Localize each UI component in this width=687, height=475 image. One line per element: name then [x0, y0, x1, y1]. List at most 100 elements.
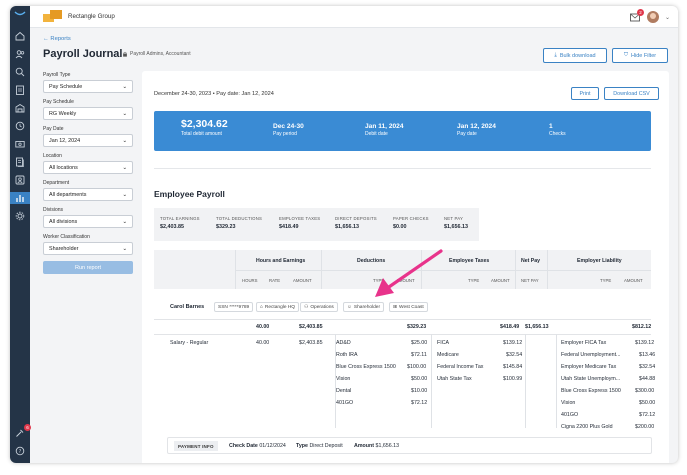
hide-filter-button[interactable]: ⛉ Hide Filter [612, 48, 668, 63]
tax-amount: $100.99 [503, 376, 523, 382]
total-value: $2,403.85 [160, 224, 184, 230]
deduction-amount: $100.00 [407, 364, 427, 370]
liability-type: Utah State Unemploym... [561, 376, 621, 382]
app-window: 6 ? Rectangle Group 2 ⌄ ← Reports Payrol… [10, 6, 678, 463]
print-button[interactable]: Print [571, 87, 599, 100]
money-icon[interactable] [14, 138, 26, 150]
classification-chip: ☺ Shareholder [343, 302, 385, 312]
home-icon[interactable] [14, 30, 26, 42]
filter-icon: ⛉ [623, 52, 629, 58]
org-name[interactable]: Rectangle Group [68, 13, 115, 20]
liability-amount: $13.46 [639, 352, 656, 358]
gear-icon[interactable] [14, 210, 26, 222]
pay-date-label: Pay date [457, 131, 477, 137]
org-logo [43, 10, 62, 22]
id-card-icon[interactable] [14, 174, 26, 186]
sitemap-icon: ⊞ [393, 304, 398, 310]
location-chip: ⌂ Rectangle HQ [256, 302, 300, 312]
filter-label: Location [43, 153, 62, 159]
employee-name[interactable]: Carol Barnes [170, 304, 204, 310]
documents-icon[interactable] [14, 156, 26, 168]
divider [154, 168, 651, 169]
col-type: TYPE [468, 278, 480, 283]
filter-label: Worker Classification [43, 234, 90, 240]
svg-text:?: ? [19, 449, 22, 455]
clock-icon[interactable] [14, 120, 26, 132]
chevron-down-icon: ⌄ [122, 137, 127, 144]
employee-row: Carol Barnes SSN *****9789 ⌂ Rectangle HQ… [154, 302, 651, 314]
pay-date-value: Jan 12, 2024 [457, 123, 496, 130]
deduction-amount: $50.00 [411, 376, 428, 382]
tools-badge: 6 [24, 424, 31, 431]
earning-amount: $2,403.85 [299, 340, 323, 346]
people-icon[interactable] [14, 48, 26, 60]
liability-amount: $32.54 [639, 364, 656, 370]
total-label: NET PAY [444, 216, 464, 221]
inbox-icon[interactable]: 2 [629, 9, 644, 23]
deduction-amount: $10.00 [411, 388, 428, 394]
employee-taxes-total: $418.49 [500, 324, 520, 330]
building-icon: ⌂ [260, 304, 263, 310]
building-icon[interactable] [14, 102, 26, 114]
col-hours: HOURS [242, 278, 258, 283]
check-date: Check Date 01/12/2024 [229, 443, 286, 449]
employee-liability-total: $812.12 [632, 324, 652, 330]
payroll-type-select[interactable]: Pay Schedule ⌄ [43, 80, 133, 93]
total-value: $1,656.13 [444, 224, 468, 230]
divisions-select[interactable]: All divisions ⌄ [43, 215, 133, 228]
liability-amount: $200.00 [635, 424, 655, 430]
col-amount: AMOUNT [491, 278, 510, 283]
deduction-amount: $72.11 [411, 352, 427, 358]
bulk-download-button[interactable]: ⤓ Bulk download [543, 48, 607, 63]
report-period: December 24-30, 2023 • Pay date: Jan 12,… [154, 91, 274, 97]
department-select[interactable]: All departments ⌄ [43, 188, 133, 201]
total-label: TOTAL EARNINGS [160, 216, 200, 221]
run-report-button[interactable]: Run report [43, 261, 133, 274]
chevron-down-icon: ⌄ [122, 191, 127, 198]
col-amount: AMOUNT [624, 278, 643, 283]
avatar[interactable] [646, 11, 659, 23]
liability-amount: $44.88 [639, 376, 656, 382]
liability-type: 401GO [561, 412, 579, 418]
brand-logo-icon [14, 11, 26, 16]
clipboard-icon[interactable] [14, 84, 26, 96]
tax-type: FICA [437, 340, 450, 346]
back-link[interactable]: ← Reports [43, 36, 71, 42]
download-csv-button[interactable]: Download CSV [604, 87, 659, 100]
worker-classification-select[interactable]: Shareholder ⌄ [43, 242, 133, 255]
total-value: $418.49 [279, 224, 299, 230]
top-bar: Rectangle Group 2 ⌄ [30, 6, 678, 28]
employee-hours-total: 40.00 [256, 324, 270, 330]
payroll-totals: TOTAL EARNINGS $2,403.85 TOTAL DEDUCTIONS… [154, 208, 479, 241]
annotation-arrow-icon [375, 249, 443, 297]
deduction-amount: $72.12 [411, 400, 428, 406]
reports-icon[interactable] [10, 192, 30, 204]
employee-deductions-total: $329.23 [407, 324, 427, 330]
tax-amount: $32.54 [506, 352, 523, 358]
filter-label: Pay Schedule [43, 99, 74, 105]
chevron-down-icon: ⌄ [122, 164, 127, 171]
liability-amount: $72.12 [639, 412, 656, 418]
pay-date-select[interactable]: Jan 12, 2024 ⌄ [43, 134, 133, 147]
notification-count: 2 [636, 9, 644, 16]
liability-amount: $50.00 [639, 400, 656, 406]
pay-schedule-select[interactable]: RG Weekly ⌄ [43, 107, 133, 120]
row-divider [154, 334, 651, 335]
filter-label: Pay Date [43, 126, 64, 132]
liability-type: Vision [561, 400, 576, 406]
total-value: $0.00 [393, 224, 407, 230]
total-label: PAPER CHECKS [393, 216, 429, 221]
chevron-down-icon[interactable]: ⌄ [665, 14, 670, 21]
tax-amount: $139.12 [503, 340, 523, 346]
pay-period-value: Dec 24-30 [273, 123, 304, 130]
help-icon[interactable]: ? [14, 445, 26, 457]
earning-hours: 40.00 [256, 340, 270, 346]
col-rate: RATE [269, 278, 281, 283]
department-chip: ⚇ Operations [300, 302, 338, 312]
search-people-icon[interactable] [14, 66, 26, 78]
location-select[interactable]: All locations ⌄ [43, 161, 133, 174]
group-net-pay: Net Pay [521, 258, 541, 264]
payment-info-tag: PAYMENT INFO [174, 441, 218, 451]
download-icon: ⤓ [554, 52, 557, 58]
tax-type: Medicare [437, 352, 459, 358]
